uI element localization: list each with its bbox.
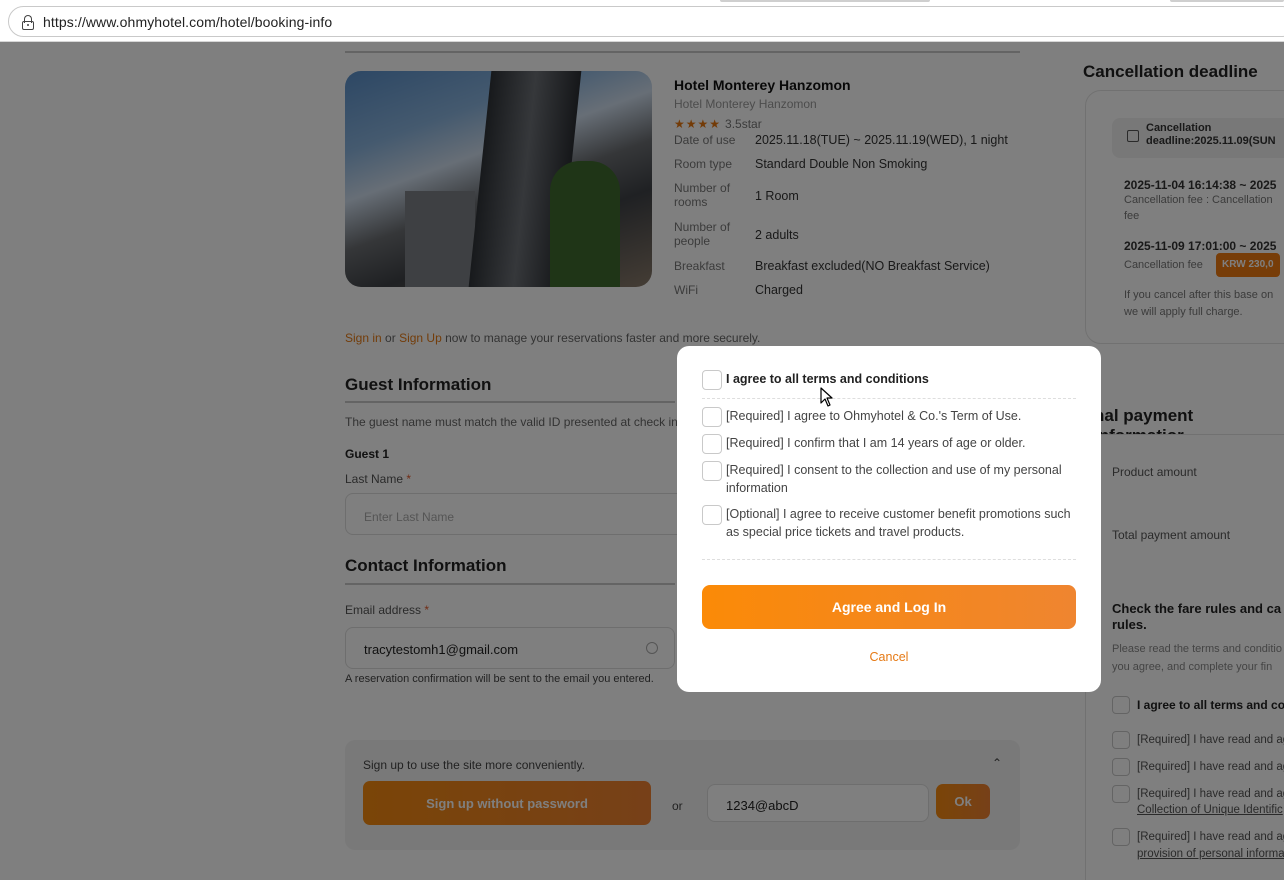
terms-item[interactable]: [Required] I consent to the collection a…: [702, 461, 1062, 497]
cancel-button[interactable]: Cancel: [677, 650, 1101, 664]
terms-item-label: [Required] I consent to the collection a…: [726, 463, 1062, 495]
divider: [702, 398, 1076, 399]
tab-edge-right: [1170, 0, 1284, 2]
all-terms-checkbox[interactable]: [702, 370, 722, 390]
lock-icon[interactable]: [21, 14, 35, 30]
url-text[interactable]: https://www.ohmyhotel.com/hotel/booking-…: [43, 14, 332, 30]
terms-item-checkbox[interactable]: [702, 407, 722, 427]
browser-toolbar: https://www.ohmyhotel.com/hotel/booking-…: [0, 0, 1284, 42]
address-bar[interactable]: https://www.ohmyhotel.com/hotel/booking-…: [8, 6, 1284, 37]
terms-item-label: [Optional] I agree to receive customer b…: [726, 507, 1071, 539]
terms-item-label: [Required] I confirm that I am 14 years …: [726, 436, 1026, 450]
terms-item-checkbox[interactable]: [702, 505, 722, 525]
terms-item-checkbox[interactable]: [702, 434, 722, 454]
agree-and-login-button[interactable]: Agree and Log In: [702, 585, 1076, 629]
terms-item[interactable]: [Required] I confirm that I am 14 years …: [702, 434, 1025, 454]
all-terms-row[interactable]: I agree to all terms and conditions: [702, 370, 929, 390]
terms-modal: I agree to all terms and conditions [Req…: [677, 346, 1101, 692]
tab-edge: [720, 0, 930, 2]
terms-item-label: [Required] I agree to Ohmyhotel & Co.'s …: [726, 409, 1022, 423]
terms-item-checkbox[interactable]: [702, 461, 722, 481]
all-terms-label: I agree to all terms and conditions: [726, 372, 929, 386]
divider: [702, 559, 1076, 560]
terms-item[interactable]: [Optional] I agree to receive customer b…: [702, 505, 1072, 541]
terms-item[interactable]: [Required] I agree to Ohmyhotel & Co.'s …: [702, 407, 1021, 427]
